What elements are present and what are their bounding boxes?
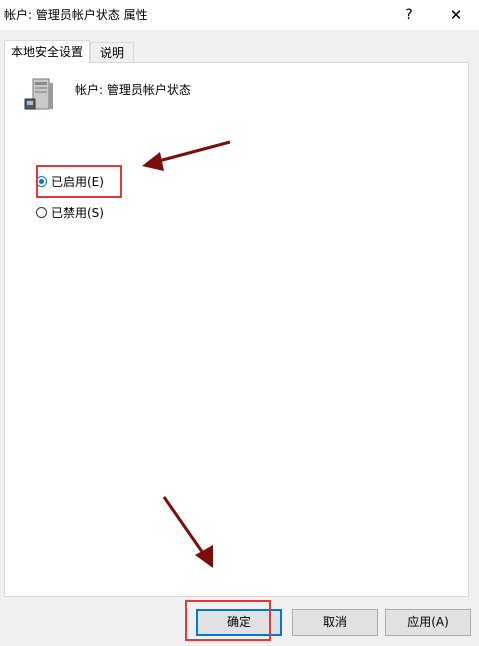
tab-local-security-setting[interactable]: 本地安全设置 [4, 40, 90, 63]
ok-button[interactable]: 确定 [196, 609, 282, 636]
setting-name: 帐户: 管理员帐户状态 [75, 83, 191, 97]
radio-disabled-label[interactable]: 已禁用(S) [51, 204, 104, 221]
cancel-button[interactable]: 取消 [292, 609, 378, 636]
tab-explain[interactable]: 说明 [90, 42, 134, 63]
radio-disabled[interactable]: 已禁用(S) [36, 203, 104, 221]
close-button[interactable]: ✕ [433, 0, 479, 30]
apply-button[interactable]: 应用(A) [385, 609, 471, 636]
radio-enabled-label[interactable]: 已启用(E) [51, 173, 104, 190]
window-title: 帐户: 管理员帐户状态 属性 [4, 8, 148, 22]
title-bar: 帐户: 管理员帐户状态 属性 ? ✕ [0, 0, 479, 30]
radio-enabled-indicator[interactable] [36, 175, 47, 187]
radio-disabled-indicator[interactable] [36, 206, 47, 218]
help-button[interactable]: ? [386, 0, 432, 30]
server-icon [24, 78, 53, 110]
settings-panel: 帐户: 管理员帐户状态 [4, 62, 469, 597]
radio-enabled[interactable]: 已启用(E) [36, 172, 104, 190]
